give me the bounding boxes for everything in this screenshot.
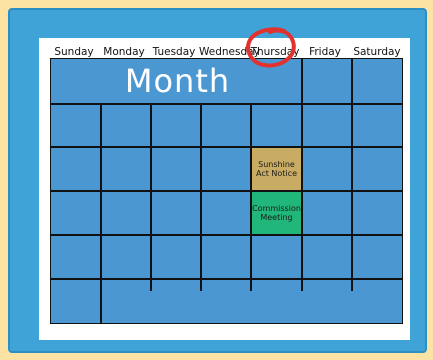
grid-line	[51, 234, 402, 236]
weekday-header-row: Sunday Monday Tuesday Wednesday Thursday…	[49, 45, 404, 59]
day-header-wednesday: Wednesday	[199, 46, 260, 58]
grid-line	[51, 278, 402, 280]
day-header-thursday: Thursday	[250, 46, 300, 58]
day-header-sunday: Sunday	[54, 46, 94, 58]
grid-line	[351, 59, 353, 291]
commission-meeting-cell[interactable]: Commission Meeting	[252, 192, 301, 234]
grid-line	[100, 103, 102, 291]
calendar-grid: Month Sunshine Act Notice Commission Mee…	[50, 58, 403, 324]
day-header-tuesday: Tuesday	[152, 46, 196, 58]
month-title: Month	[124, 62, 231, 100]
grid-line	[150, 103, 152, 291]
grid-line	[51, 103, 402, 105]
grid-line	[51, 146, 402, 148]
day-header-friday: Friday	[309, 46, 341, 58]
grid-line	[51, 190, 402, 192]
sunshine-act-notice-label: Sunshine Act Notice	[256, 159, 297, 179]
sunshine-act-notice-cell[interactable]: Sunshine Act Notice	[252, 148, 301, 190]
commission-meeting-label: Commission Meeting	[252, 203, 301, 223]
day-header-monday: Monday	[103, 46, 145, 58]
grid-line	[200, 103, 202, 291]
day-header-saturday: Saturday	[353, 46, 401, 58]
grid-line	[100, 291, 102, 323]
